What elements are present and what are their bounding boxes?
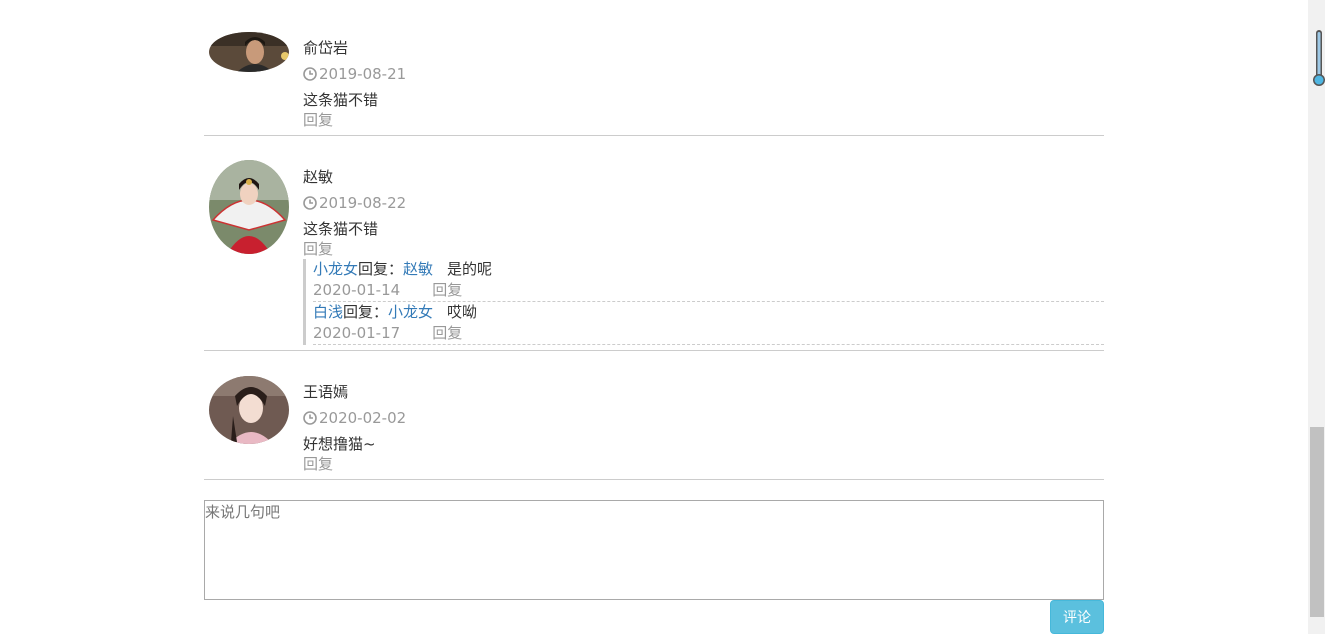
reply-button[interactable]: 回复 — [303, 239, 1104, 259]
reply-target-link[interactable]: 赵敏 — [403, 260, 433, 278]
reply-content: 哎呦 — [447, 303, 478, 321]
comment-item: 俞岱岩 2019-08-21 这条猫不错 回复 — [204, 28, 1104, 136]
reply-button[interactable]: 回复 — [303, 454, 1104, 474]
reply-target-link[interactable]: 小龙女 — [388, 303, 433, 321]
scrollbar-thumb[interactable] — [1310, 427, 1324, 617]
comment-text: 好想撸猫~ — [303, 435, 376, 453]
comment-text: 这条猫不错 — [303, 220, 379, 238]
reply-button[interactable]: 回复 — [303, 110, 1104, 130]
comment-author: 赵敏 — [303, 168, 334, 186]
reply-content: 是的呢 — [447, 260, 493, 278]
submit-comment-button[interactable]: 评论 — [1050, 600, 1104, 634]
comments-page: 俞岱岩 2019-08-21 这条猫不错 回复 赵敏 2019-08-22 这条… — [0, 0, 1308, 634]
comment-date-text: 2019-08-22 — [319, 194, 407, 212]
reply-date: 2020-01-17 — [313, 324, 401, 342]
avatar — [209, 160, 289, 254]
avatar — [209, 32, 289, 72]
reply-date: 2020-01-14 — [313, 281, 401, 299]
comment-date: 2020-02-02 — [303, 408, 1104, 428]
comment-date: 2019-08-22 — [303, 193, 1104, 213]
comment-date-text: 2019-08-21 — [319, 65, 407, 83]
portrait-man-icon — [209, 32, 289, 72]
reply-button[interactable]: 回复 — [432, 324, 462, 342]
reply-button[interactable]: 回复 — [432, 281, 462, 299]
reply-thread: 小龙女回复：赵敏 是的呢 2020-01-14 回复 白浅回复：小龙女 哎呦 2020… — [303, 259, 1104, 345]
comment-date-text: 2020-02-02 — [319, 409, 407, 427]
reply-author-link[interactable]: 小龙女 — [313, 260, 358, 278]
clock-icon — [303, 411, 317, 425]
clock-icon — [303, 196, 317, 210]
comment-item: 赵敏 2019-08-22 这条猫不错 回复 小龙女回复：赵敏 是的呢 2020-… — [204, 136, 1104, 351]
thermometer-icon — [1313, 30, 1325, 86]
reply-verb: 回复： — [358, 260, 404, 278]
portrait-woman-fan-icon — [209, 160, 289, 254]
comment-author: 王语嫣 — [303, 383, 349, 401]
reply-item: 白浅回复：小龙女 哎呦 2020-01-17 回复 — [313, 302, 1104, 345]
reply-verb: 回复： — [343, 303, 389, 321]
comment-date: 2019-08-21 — [303, 64, 1104, 84]
avatar — [209, 376, 289, 444]
reply-item: 小龙女回复：赵敏 是的呢 2020-01-14 回复 — [313, 259, 1104, 302]
comment-author: 俞岱岩 — [303, 39, 349, 57]
portrait-woman-icon — [209, 376, 289, 444]
comment-input[interactable] — [204, 500, 1104, 600]
reply-author-link[interactable]: 白浅 — [313, 303, 343, 321]
comment-item: 王语嫣 2020-02-02 好想撸猫~ 回复 — [204, 351, 1104, 480]
comment-text: 这条猫不错 — [303, 91, 379, 109]
clock-icon — [303, 67, 317, 81]
